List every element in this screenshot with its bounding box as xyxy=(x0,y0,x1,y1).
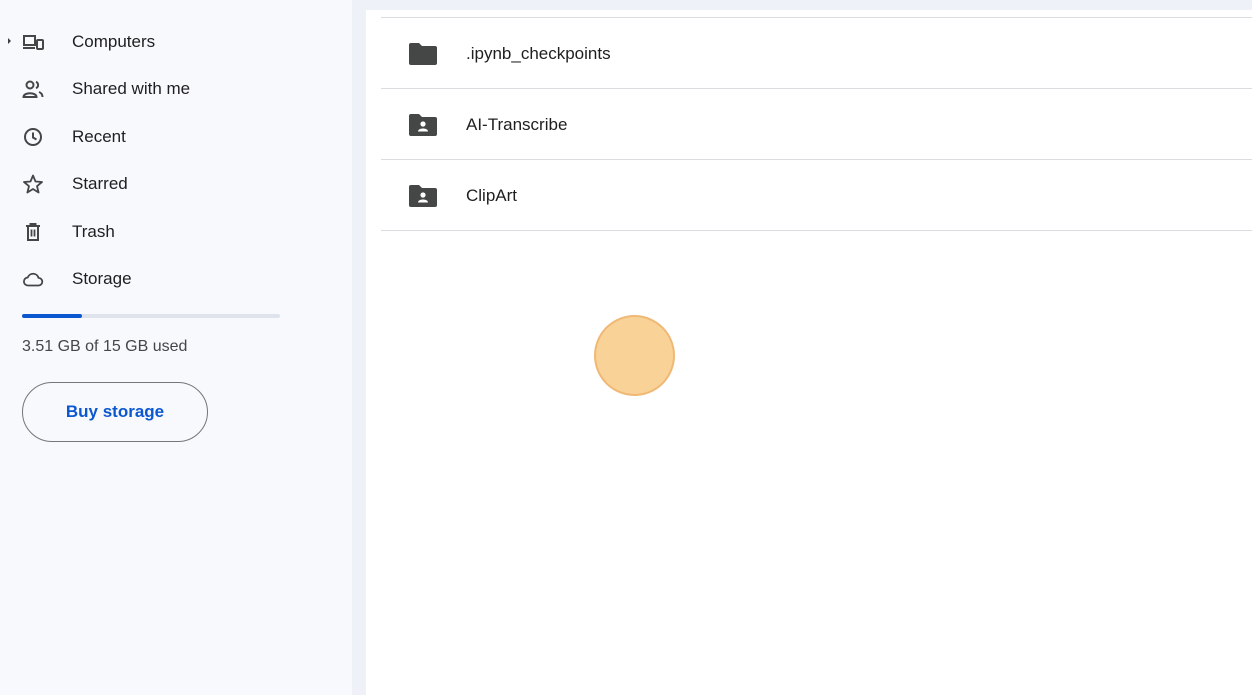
file-name: AI-Transcribe xyxy=(466,115,568,134)
sidebar-item-label: Shared with me xyxy=(72,79,191,98)
sidebar-item-storage[interactable]: Storage xyxy=(0,258,340,298)
folder-icon xyxy=(408,42,438,66)
sidebar: Computers Shared with me Recent Starred … xyxy=(0,0,352,695)
drive-app: Computers Shared with me Recent Starred … xyxy=(0,0,1252,695)
sidebar-item-computers[interactable]: Computers xyxy=(0,21,340,61)
star-icon xyxy=(22,173,44,195)
cloud-icon xyxy=(22,268,44,290)
file-list: .ipynb_checkpoints AI-Transcribe ClipArt xyxy=(381,17,1252,231)
shared-with-me-icon xyxy=(22,78,44,100)
sidebar-item-starred[interactable]: Starred xyxy=(0,163,340,203)
storage-usage-fill xyxy=(22,314,83,318)
file-row-ai-transcribe[interactable]: AI-Transcribe xyxy=(381,89,1252,160)
expand-arrow-icon[interactable] xyxy=(8,38,11,44)
file-row-clipart[interactable]: ClipArt xyxy=(381,160,1252,231)
file-name: ClipArt xyxy=(466,186,518,205)
buy-storage-button[interactable]: Buy storage xyxy=(22,382,208,442)
file-name: .ipynb_checkpoints xyxy=(466,44,611,63)
sidebar-item-recent[interactable]: Recent xyxy=(0,116,340,156)
sidebar-item-label: Trash xyxy=(72,222,115,241)
sidebar-item-label: Storage xyxy=(72,269,132,288)
trash-icon xyxy=(22,221,44,243)
recent-clock-icon xyxy=(22,126,44,148)
sidebar-item-label: Computers xyxy=(72,32,156,51)
sidebar-item-trash[interactable]: Trash xyxy=(0,211,340,251)
storage-usage-bar xyxy=(22,314,280,318)
storage-usage-text: 3.51 GB of 15 GB used xyxy=(22,338,188,355)
sidebar-item-shared-with-me[interactable]: Shared with me xyxy=(0,68,340,108)
sidebar-item-label: Starred xyxy=(72,174,128,193)
main-content: .ipynb_checkpoints AI-Transcribe ClipArt xyxy=(366,10,1252,695)
sidebar-item-label: Recent xyxy=(72,127,126,146)
shared-folder-icon xyxy=(408,184,438,208)
computers-icon xyxy=(22,31,44,53)
file-row-ipynb-checkpoints[interactable]: .ipynb_checkpoints xyxy=(381,18,1252,89)
click-highlight-indicator xyxy=(594,315,675,396)
shared-folder-icon xyxy=(408,113,438,137)
